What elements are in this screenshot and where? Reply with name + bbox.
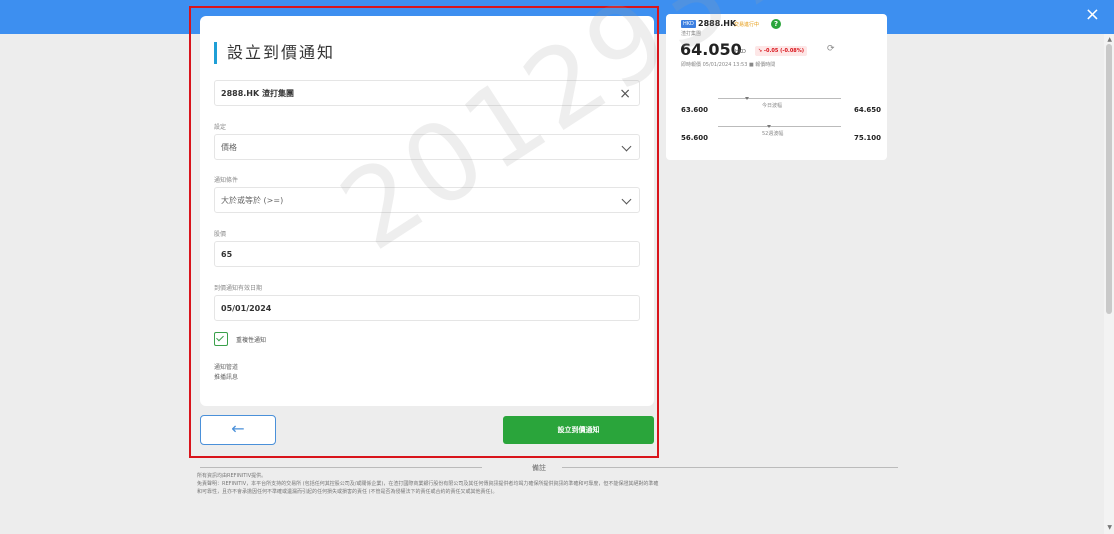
type-label: 設定 [214, 124, 227, 131]
day-range-label: 今日波幅 [762, 103, 783, 109]
channel-value: 推播訊息 [214, 374, 239, 381]
price-input-value: 65 [221, 250, 233, 259]
scrollbar-thumb[interactable] [1106, 44, 1112, 314]
trading-status: 交易進行中 [734, 22, 760, 28]
price-change-badge: ↘ -0.05 (-0.08%) [755, 46, 808, 56]
channel-label: 通知管道 [214, 364, 239, 371]
scroll-up-arrow-icon[interactable]: ▲ [1107, 36, 1112, 43]
form-title: 設立到價通知 [214, 42, 335, 64]
chevron-down-icon [621, 194, 632, 205]
refresh-icon[interactable]: ⟳ [827, 44, 835, 54]
condition-select[interactable]: 大於或等於 (>=) [214, 187, 640, 213]
chevron-down-icon [621, 141, 632, 152]
repeat-notification-checkbox[interactable] [214, 332, 228, 346]
day-range-bar [718, 97, 841, 100]
day-high: 64.650 [853, 106, 881, 114]
week52-low: 56.600 [681, 134, 709, 142]
close-icon[interactable]: × [1085, 5, 1100, 25]
day-low: 63.600 [681, 106, 709, 114]
stock-search-field[interactable]: 2888.HK 渣打集團 × [214, 80, 640, 106]
scroll-down-arrow-icon[interactable]: ▼ [1107, 524, 1112, 531]
back-button[interactable]: ← [200, 415, 276, 445]
market-badge: HKD [681, 20, 696, 28]
arrow-left-icon: ← [231, 419, 245, 438]
footer-line-2: 免責聲明：REFINITIV，本平台所支持的交易所 (包括任何其控股公司及/或關… [197, 481, 659, 487]
last-price: 64.050 [680, 40, 742, 59]
expiry-date-value: 05/01/2024 [221, 304, 272, 313]
week52-range-label: 52週波幅 [762, 131, 784, 137]
day-range: 63.600 今日波幅 64.650 [674, 97, 881, 118]
highlight-frame [189, 6, 659, 458]
week52-range: 56.600 52週波幅 75.100 [674, 125, 881, 146]
expiry-label: 到價通知有效日期 [214, 285, 263, 292]
footer-line-1: 所有資訊均由REFINITIV提供。 [197, 473, 267, 479]
stock-code: 2888.HK [698, 19, 737, 28]
week52-range-marker [767, 125, 772, 128]
price-input[interactable]: 65 [214, 241, 640, 267]
week52-high: 75.100 [853, 134, 881, 142]
week52-range-bar [718, 125, 841, 128]
repeat-notification-label: 重複性通知 [236, 336, 267, 344]
submit-price-alert-button[interactable]: 設立到價通知 [503, 416, 654, 444]
quote-timestamp: 即時報價 05/01/2024 13:53 ■ 報價時間 [681, 62, 776, 68]
stock-field-value: 2888.HK 渣打集團 [221, 89, 294, 98]
condition-label: 通知條件 [214, 177, 239, 184]
currency: HKD [735, 49, 746, 55]
footer-divider-left [200, 467, 482, 468]
footer-divider-right [562, 467, 898, 468]
footer-title: 備註 [532, 464, 546, 472]
expiry-date-input[interactable]: 05/01/2024 [214, 295, 640, 321]
help-icon[interactable]: ? [771, 19, 781, 29]
day-range-marker [745, 97, 750, 100]
condition-select-value: 大於或等於 (>=) [221, 196, 284, 205]
type-select-value: 價格 [221, 143, 237, 152]
repeat-notification-row[interactable]: 重複性通知 [214, 332, 266, 346]
type-select[interactable]: 價格 [214, 134, 640, 160]
price-label: 股價 [214, 231, 227, 238]
stock-name: 渣打集團 [681, 31, 702, 37]
clear-icon[interactable]: × [619, 81, 631, 107]
footer-line-3: 和可靠性，且亦不會承擔因任何不準確或遺漏而引起的任何損失或損害的責任 (不管是否… [197, 489, 498, 495]
